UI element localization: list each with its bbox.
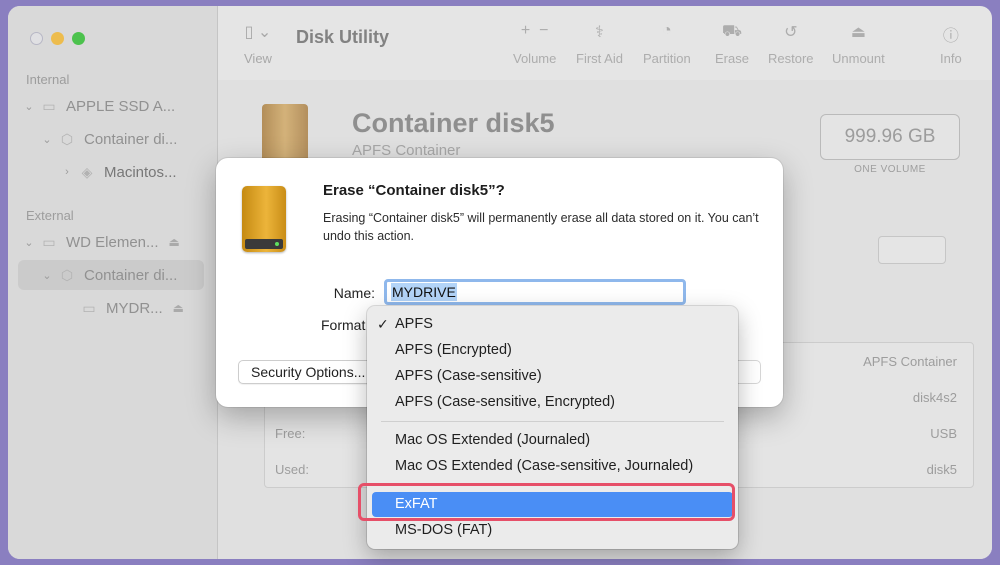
checkmark-icon: ✓ <box>377 316 389 332</box>
menu-item-label: APFS (Encrypted) <box>395 342 512 358</box>
dialog-title: Erase “Container disk5”? <box>323 182 505 199</box>
format-label: Format <box>321 317 366 333</box>
name-label: Name: <box>333 285 375 301</box>
menu-item-label: APFS (Case-sensitive) <box>395 368 542 384</box>
security-options-button[interactable]: Security Options... <box>238 360 386 384</box>
menu-item-apfs-case-sensitive[interactable]: APFS (Case-sensitive) <box>372 364 733 389</box>
menu-item-mac-os-extended[interactable]: Mac OS Extended (Journaled) <box>372 428 733 453</box>
menu-item-apfs-case-sensitive-encrypted[interactable]: APFS (Case-sensitive, Encrypted) <box>372 390 733 415</box>
menu-item-ms-dos-fat[interactable]: MS-DOS (FAT) <box>372 518 733 543</box>
menu-item-label: Mac OS Extended (Case-sensitive, Journal… <box>395 458 694 474</box>
menu-separator <box>381 421 724 422</box>
menu-item-label: APFS (Case-sensitive, Encrypted) <box>395 394 615 410</box>
name-field[interactable]: MYDRIVE <box>384 279 686 305</box>
name-field-value: MYDRIVE <box>391 283 457 301</box>
dialog-message: Erasing “Container disk5” will permanent… <box>323 211 759 243</box>
menu-item-apfs[interactable]: ✓ APFS <box>372 312 733 337</box>
menu-item-label: APFS <box>395 316 433 332</box>
menu-item-apfs-encrypted[interactable]: APFS (Encrypted) <box>372 338 733 363</box>
menu-item-mac-os-extended-case-sensitive[interactable]: Mac OS Extended (Case-sensitive, Journal… <box>372 454 733 479</box>
external-drive-icon <box>242 186 286 252</box>
exfat-callout-highlight <box>358 483 735 521</box>
menu-item-label: MS-DOS (FAT) <box>395 522 493 538</box>
menu-item-label: Mac OS Extended (Journaled) <box>395 432 591 448</box>
